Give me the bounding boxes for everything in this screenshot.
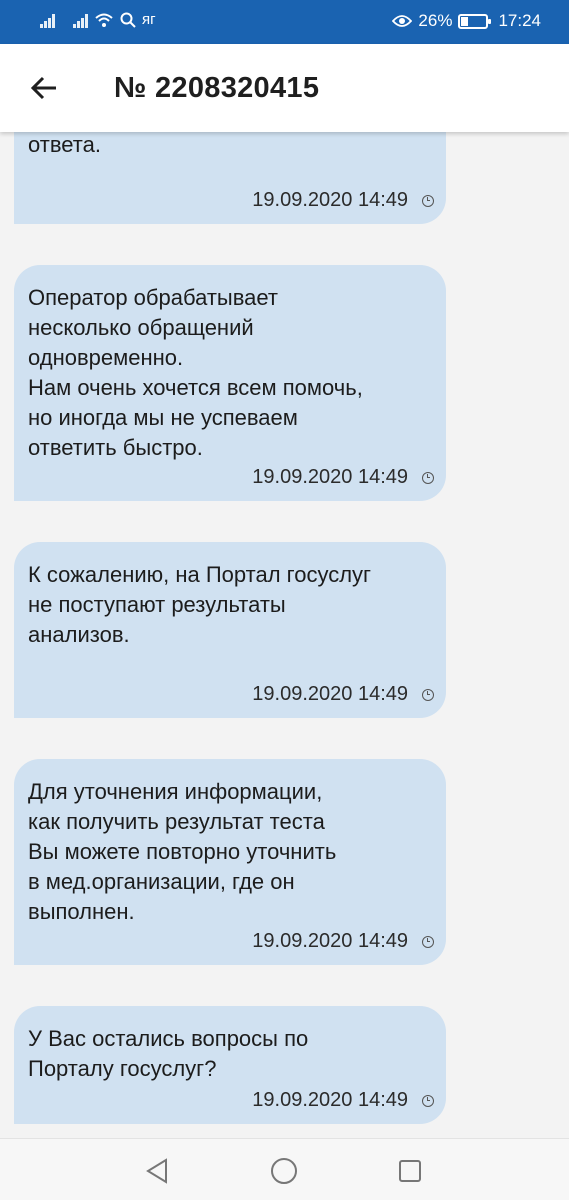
message-time: 19.09.2020 14:49 [252, 930, 408, 952]
message-bubble: У Вас остались вопросы по Порталу госусл… [14, 1006, 446, 1124]
back-button[interactable] [20, 66, 68, 110]
message-meta: 19.09.2020 14:49 [252, 1089, 434, 1112]
message-text: Оператор обрабатывает несколько обращени… [28, 285, 363, 460]
clock-icon [422, 471, 434, 484]
status-bar: яг 26% 17:24 [0, 0, 569, 44]
message-meta: 19.09.2020 14:49 [252, 466, 434, 489]
carrier-glyph: яг [142, 11, 156, 28]
app-bar: № 2208320415 [0, 44, 569, 132]
nav-home-button[interactable] [264, 1151, 304, 1191]
status-right: 26% 17:24 [392, 11, 541, 31]
message-bubble: К сожалению, на Портал госуслуг не посту… [14, 542, 446, 718]
message-time: 19.09.2020 14:49 [252, 189, 408, 211]
message-meta: 19.09.2020 14:49 [252, 683, 434, 706]
square-recents-icon [399, 1160, 421, 1182]
message-meta: 19.09.2020 14:49 [252, 930, 434, 953]
nav-recents-button[interactable] [390, 1151, 430, 1191]
message-bubble: ответа. 19.09.2020 14:49 [14, 132, 446, 224]
wifi-icon [95, 13, 113, 27]
circle-home-icon [271, 1158, 297, 1184]
message-time: 19.09.2020 14:49 [252, 1089, 408, 1111]
system-nav-bar [0, 1138, 569, 1200]
page-title: № 2208320415 [114, 72, 320, 104]
message-meta: 19.09.2020 14:49 [252, 189, 434, 212]
arrow-left-icon [30, 76, 56, 100]
message-time: 19.09.2020 14:49 [252, 466, 408, 488]
chat-area[interactable]: ответа. 19.09.2020 14:49 Оператор обраба… [0, 132, 569, 1138]
message-bubble: Для уточнения информации, как получить р… [14, 759, 446, 965]
clock-icon [422, 194, 434, 207]
triangle-back-icon [146, 1158, 167, 1184]
message-text: Для уточнения информации, как получить р… [28, 779, 337, 924]
message-text: ответа. [28, 132, 101, 157]
signal-icon-2 [73, 12, 88, 28]
search-icon [120, 12, 136, 28]
status-left: яг [40, 11, 156, 29]
clock-icon [422, 1094, 434, 1107]
eye-icon [392, 15, 413, 27]
message-time: 19.09.2020 14:49 [252, 683, 408, 705]
clock-icon [422, 688, 434, 701]
battery-percent: 26% [418, 11, 453, 30]
battery-icon [458, 13, 492, 29]
message-text: К сожалению, на Портал госуслуг не посту… [28, 562, 372, 647]
clock-time: 17:24 [498, 11, 541, 30]
message-bubble: Оператор обрабатывает несколько обращени… [14, 265, 446, 501]
nav-back-button[interactable] [137, 1151, 177, 1191]
signal-icon [40, 12, 55, 28]
message-text: У Вас остались вопросы по Порталу госусл… [28, 1026, 309, 1081]
clock-icon [422, 935, 434, 948]
